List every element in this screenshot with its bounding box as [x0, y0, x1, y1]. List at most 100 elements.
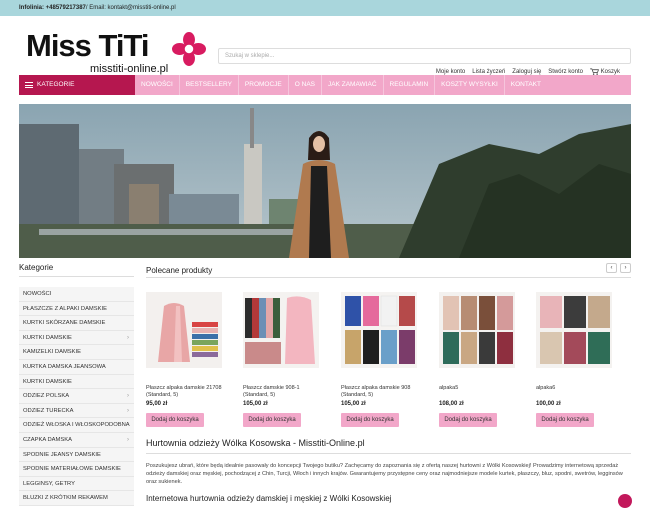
product-price: 100,00 zł [536, 401, 561, 407]
category-item[interactable]: KAMIZELKI DAMSKIE [19, 345, 134, 360]
chevron-right-icon[interactable]: › [127, 404, 129, 419]
category-label: KURTKI DAMSKIE [23, 378, 72, 385]
hero-image [19, 104, 631, 258]
chevron-right-icon[interactable]: › [127, 389, 129, 404]
nav-item-how-to-order[interactable]: JAK ZAMAWIAĆ [321, 75, 383, 95]
category-label: CZAPKA DAMSKA [23, 436, 72, 443]
about-title: Hurtownia odzieży Wólka Kosowska - Misst… [146, 438, 631, 454]
product-carousel: Płaszcz alpaka damskie 21708 (Standard, … [146, 292, 631, 427]
add-to-cart-button[interactable]: Dodaj do koszyka [146, 413, 204, 427]
hero-banner[interactable] [19, 104, 631, 258]
nav-item-terms[interactable]: REGULAMIN [382, 75, 435, 95]
product-name[interactable]: Płaszcz damskie 908-1 (Standard, 5) [243, 385, 323, 399]
register-link[interactable]: Stwórz konto [548, 69, 583, 75]
category-item[interactable]: KURTKI DAMSKIE › [19, 330, 134, 346]
flower-icon [172, 32, 206, 66]
recommended-products: Polecane produkty ‹ › Płaszcz alpaka dam… [146, 263, 631, 427]
nav-item-bestsellers[interactable]: BESTSELLERY [178, 75, 238, 95]
login-link[interactable]: Zaloguj się [512, 69, 541, 75]
category-item[interactable]: KURTKI DAMSKIE [19, 374, 134, 390]
product-price: 108,00 zł [439, 401, 464, 407]
category-label: ODZIEZ TURECKA [23, 407, 74, 414]
category-label: KAMIZELKI DAMSKIE [23, 349, 81, 356]
about-section: Hurtownia odzieży Wólka Kosowska - Misst… [146, 438, 631, 503]
logo-main-text: Miss TiTi [26, 28, 150, 63]
sidebar: Kategorie NOWOŚCI PŁASZCZE Z ALPAKI DAMS… [19, 263, 134, 506]
product-image[interactable] [439, 292, 515, 368]
product-name[interactable]: alpaka6 [536, 385, 616, 399]
category-item[interactable]: KURTKA DAMSKA JEANSOWA [19, 359, 134, 375]
product-card[interactable]: Płaszcz damskie 908-1 (Standard, 5) 105,… [243, 292, 323, 427]
product-image[interactable] [341, 292, 417, 368]
category-label: BLUZKI Z KRÓTKIM REKAWEM [23, 495, 108, 502]
chevron-right-icon[interactable]: › [127, 433, 129, 448]
product-card[interactable]: alpaka6 100,00 zł Dodaj do koszyka [536, 292, 616, 427]
product-card[interactable]: Płaszcz alpaka damskie 21708 (Standard, … [146, 292, 226, 427]
category-item[interactable]: ODZIEZ POLSKA › [19, 389, 134, 404]
logo[interactable]: Miss TiTi misstiti-online.pl [26, 29, 206, 79]
my-account-link[interactable]: Moje konto [436, 69, 465, 75]
cart-icon [590, 68, 599, 75]
category-item[interactable]: PŁASZCZE Z ALPAKI DAMSKIE [19, 301, 134, 317]
category-label: PŁASZCZE Z ALPAKI DAMSKIE [23, 305, 107, 312]
category-item[interactable]: SPODNIE JEANSY DAMSKIE [19, 447, 134, 463]
category-item[interactable]: NOWOŚCI [19, 287, 134, 302]
hotline-phone[interactable]: +48579217387 [46, 5, 86, 11]
product-price: 95,00 zł [146, 401, 168, 407]
main-nav: KATEGORIE NOWOŚCI BESTSELLERY PROMOCJE O… [19, 75, 631, 95]
category-label: NOWOŚCI [23, 291, 52, 297]
top-info-bar: Infolinia: +48579217387/ Email: kontakt@… [0, 0, 650, 16]
carousel-controls: ‹ › [606, 263, 631, 273]
category-item[interactable]: BLUZKI Z KRÓTKIM REKAWEM [19, 491, 134, 506]
category-item[interactable]: LEGGINSY, GETRY [19, 476, 134, 492]
add-to-cart-button[interactable]: Dodaj do koszyka [439, 413, 497, 427]
product-name[interactable]: Płaszcz alpaka damskie 908 (Standard, 5) [341, 385, 421, 399]
menu-icon [25, 82, 33, 88]
wishlist-link[interactable]: Lista życzeń [472, 69, 505, 75]
product-image[interactable] [243, 292, 319, 368]
product-price: 105,00 zł [243, 401, 268, 407]
categories-menu-label: KATEGORIE [37, 81, 75, 88]
product-name[interactable]: Płaszcz alpaka damskie 21708 (Standard, … [146, 385, 226, 399]
sidebar-title: Kategorie [19, 263, 134, 277]
categories-menu-button[interactable]: KATEGORIE [19, 75, 135, 95]
add-to-cart-button[interactable]: Dodaj do koszyka [536, 413, 594, 427]
category-item[interactable]: SPODNIE MATERIAŁOWE DAMSKIE [19, 462, 134, 477]
add-to-cart-button[interactable]: Dodaj do koszyka [341, 413, 399, 427]
category-label: ODZIEZ POLSKA [23, 393, 70, 400]
product-card[interactable]: alpaka5 108,00 zł Dodaj do koszyka [439, 292, 519, 427]
chevron-right-icon[interactable]: › [127, 331, 129, 346]
category-label: SPODNIE MATERIAŁOWE DAMSKIE [23, 466, 121, 473]
product-price: 105,00 zł [341, 401, 366, 407]
category-item[interactable]: CZAPKA DAMSKA › [19, 432, 134, 448]
product-name[interactable]: alpaka5 [439, 385, 519, 399]
search-input[interactable]: Szukaj w sklepie... [218, 48, 631, 64]
contact-email[interactable]: / Email: kontakt@misstiti-online.pl [86, 5, 176, 11]
product-card[interactable]: Płaszcz alpaka damskie 908 (Standard, 5)… [341, 292, 421, 427]
nav-item-about[interactable]: O NAS [287, 75, 321, 95]
nav-item-promotions[interactable]: PROMOCJE [237, 75, 288, 95]
chat-widget-button[interactable] [618, 494, 632, 508]
category-label: SPODNIE JEANSY DAMSKIE [23, 451, 101, 458]
header: Miss TiTi misstiti-online.pl Szukaj w sk… [0, 16, 650, 75]
carousel-next-button[interactable]: › [620, 263, 631, 273]
add-to-cart-button[interactable]: Dodaj do koszyka [243, 413, 301, 427]
category-list: NOWOŚCI PŁASZCZE Z ALPAKI DAMSKIE KURTKI… [19, 287, 134, 506]
nav-item-new[interactable]: NOWOŚCI [135, 75, 179, 95]
section-title: Polecane produkty ‹ › [146, 263, 631, 278]
recommended-title: Polecane produkty [146, 266, 213, 275]
category-label: LEGGINSY, GETRY [23, 480, 75, 487]
category-label: KURTKI SKÓRZANE DAMSKIE [23, 320, 106, 327]
category-item[interactable]: KURTKI SKÓRZANE DAMSKIE [19, 316, 134, 331]
category-label: KURTKI DAMSKIE [23, 334, 72, 341]
product-image[interactable] [536, 292, 612, 368]
nav-item-contact[interactable]: KONTAKT [503, 75, 547, 95]
category-item[interactable]: ODZIEŻ WŁOSKA I WŁOSKOPODOBNA [19, 418, 134, 433]
category-label: ODZIEŻ WŁOSKA I WŁOSKOPODOBNA [23, 422, 130, 429]
category-item[interactable]: ODZIEZ TURECKA › [19, 403, 134, 419]
product-image[interactable] [146, 292, 222, 368]
nav-item-shipping[interactable]: KOSZTY WYSYŁKI [434, 75, 504, 95]
carousel-prev-button[interactable]: ‹ [606, 263, 617, 273]
about-subtitle: Internetowa hurtownia odzieży damskiej i… [146, 494, 392, 503]
logo-domain-text: misstiti-online.pl [90, 63, 169, 75]
